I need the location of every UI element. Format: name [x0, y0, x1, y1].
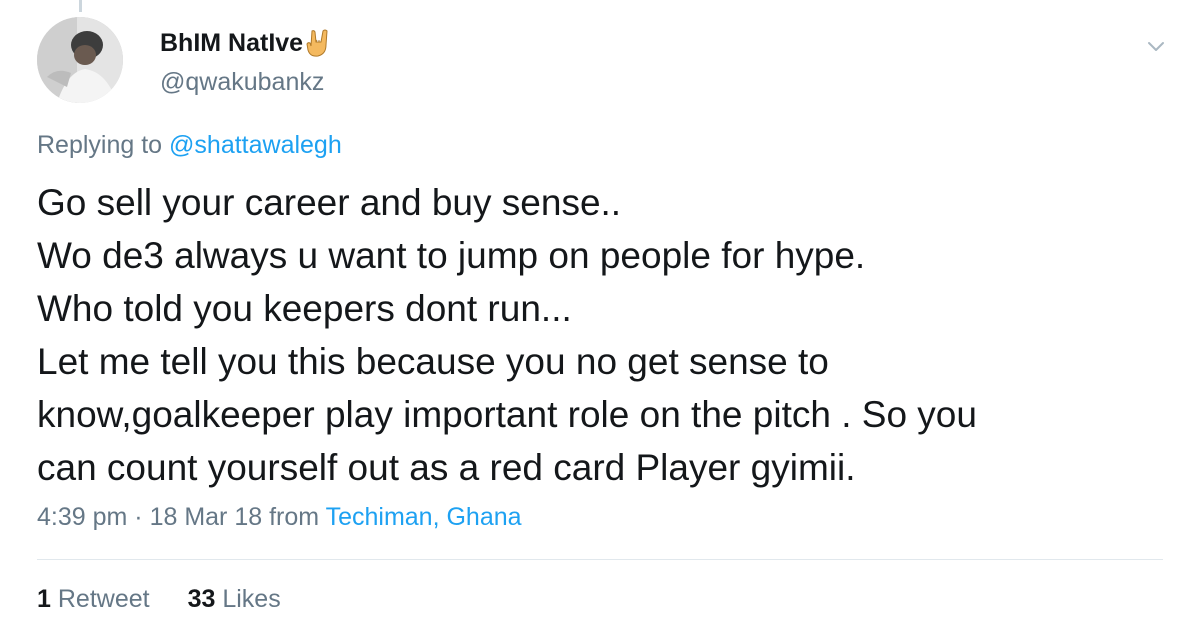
- replying-to: Replying to @shattawalegh: [37, 131, 342, 160]
- likes-stat[interactable]: 33 Likes: [188, 585, 281, 614]
- tweet-date[interactable]: 18 Mar 18: [150, 503, 263, 531]
- avatar-image: [37, 17, 123, 103]
- tweet-text-line: know,goalkeeper play important role on t…: [37, 394, 977, 435]
- retweets-count: 1: [37, 585, 51, 613]
- tweet-time[interactable]: 4:39 pm: [37, 503, 127, 531]
- likes-label: Likes: [222, 585, 281, 613]
- chevron-down-icon[interactable]: [1144, 34, 1168, 58]
- likes-count: 33: [187, 585, 216, 613]
- tweet-metadata: 4:39 pm · 18 Mar 18 from Techiman, Ghana: [37, 503, 522, 532]
- reply-mention-link[interactable]: @shattawalegh: [169, 131, 342, 159]
- retweets-label: Retweet: [57, 585, 150, 613]
- tweet-text-line: Wo de3 always u want to jump on people f…: [37, 235, 866, 276]
- replying-to-label: Replying to: [37, 131, 163, 159]
- meta-separator: ·: [134, 503, 143, 531]
- tweet-text-line: Let me tell you this because you no get …: [37, 341, 829, 382]
- engagement-stats: 1 Retweet 33 Likes: [37, 585, 281, 614]
- author-handle[interactable]: @qwakubankz: [160, 68, 324, 97]
- thread-connector-line: [79, 0, 82, 12]
- avatar[interactable]: [37, 17, 123, 103]
- tweet-text-line: can count yourself out as a red card Pla…: [37, 447, 856, 488]
- location-link[interactable]: Techiman, Ghana: [326, 503, 522, 531]
- retweets-stat[interactable]: 1 Retweet: [37, 585, 150, 614]
- tweet-text-line: Who told you keepers dont run...: [37, 288, 572, 329]
- from-label: from: [269, 503, 320, 531]
- tweet-text: Go sell your career and buy sense.. Wo d…: [37, 176, 1157, 494]
- author-display-name[interactable]: BhIM NatIve: [160, 28, 333, 58]
- author-name-text: BhIM NatIve: [160, 28, 304, 57]
- sign-of-the-horns-emoji: [305, 28, 333, 58]
- divider: [37, 559, 1163, 560]
- tweet-text-line: Go sell your career and buy sense..: [37, 182, 622, 223]
